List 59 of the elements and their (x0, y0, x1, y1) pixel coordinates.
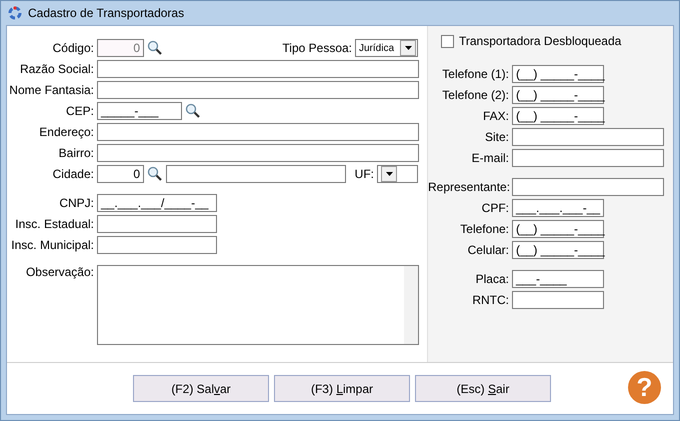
field-label: Bairro: (58, 146, 94, 160)
field-label: E-mail: (470, 151, 509, 165)
text-field[interactable]: (__) _____-____ (512, 241, 604, 259)
checkbox-label: Transportadora Desbloqueada (459, 34, 622, 48)
field-label: Site: (484, 130, 509, 144)
text-field[interactable] (97, 81, 419, 99)
field-label: Telefone: (459, 222, 509, 236)
text-field[interactable]: (__) _____-____ (512, 86, 604, 104)
field-label: UF: (354, 167, 374, 181)
field-label: Representante: (428, 180, 509, 194)
city-name-field[interactable] (166, 165, 346, 183)
text-field[interactable] (512, 291, 604, 309)
search-icon[interactable] (147, 166, 163, 182)
field-label: Observação: (24, 265, 94, 279)
text-field[interactable] (97, 215, 217, 233)
text-field[interactable] (97, 144, 419, 162)
field-label: FAX: (482, 109, 509, 123)
field-label: Endereço: (38, 125, 94, 139)
field-label: Telefone (1): (441, 67, 509, 81)
action-button[interactable]: (Esc) Sair (415, 375, 551, 402)
field-label: CPF: (480, 201, 509, 215)
caret-icon (386, 172, 392, 176)
field-label: Cidade: (52, 167, 94, 181)
field-label: Nome Fantasia: (8, 83, 94, 97)
scrollbar[interactable] (404, 266, 418, 344)
city-code-field[interactable]: 0 (97, 165, 144, 183)
field-label: Celular: (466, 243, 509, 257)
action-button[interactable]: (F2) Salvar (133, 375, 269, 402)
text-field[interactable] (97, 60, 419, 78)
action-button[interactable]: (F3) Limpar (274, 375, 410, 402)
field-label: Tipo Pessoa: (282, 41, 352, 55)
field-label: RNTC: (471, 293, 509, 307)
text-field[interactable]: (__) _____-____ (512, 65, 604, 83)
text-field[interactable] (97, 123, 419, 141)
text-field[interactable]: __.___.___/____-__ (97, 194, 217, 212)
text-field[interactable] (97, 236, 217, 254)
window-title: Cadastro de Transportadoras (28, 6, 184, 20)
text-field[interactable]: (__) _____-____ (512, 107, 604, 125)
text-field[interactable] (512, 128, 664, 146)
observation-field[interactable] (97, 265, 419, 345)
field-label: Insc. Municipal: (10, 238, 94, 252)
text-field[interactable]: ___-____ (512, 270, 604, 288)
field-label: CNPJ: (58, 196, 94, 210)
text-field[interactable]: ___.___.___-__ (512, 199, 604, 217)
checkbox[interactable]: Transportadora Desbloqueada (428, 34, 673, 48)
caret-icon (404, 46, 412, 50)
uf-dropdown[interactable] (377, 165, 418, 183)
field-label: Código: (52, 41, 94, 55)
field-label: Telefone (2): (441, 88, 509, 102)
field-label: Placa: (474, 272, 509, 286)
text-field[interactable] (512, 178, 664, 196)
text-field[interactable]: _____-___ (97, 102, 182, 120)
text-field[interactable] (512, 149, 664, 167)
text-field[interactable]: (__) _____-____ (512, 220, 604, 238)
app-icon (8, 6, 22, 20)
search-icon[interactable] (185, 103, 201, 119)
field-label: Razão Social: (18, 62, 94, 76)
field-label: Insc. Estadual: (14, 217, 94, 231)
field-label: CEP: (64, 104, 94, 118)
